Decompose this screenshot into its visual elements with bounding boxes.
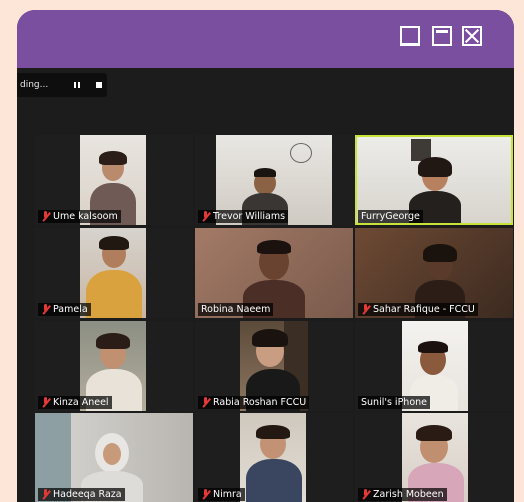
participant-name-label: Hadeeqa Raza [38,488,125,501]
mic-muted-icon [41,211,50,222]
mic-muted-icon [201,211,210,222]
participant-tile[interactable]: Pamela [35,228,193,318]
participant-tile-active[interactable]: FurryGeorge [355,135,513,225]
participant-name-label: FurryGeorge [358,210,423,223]
participant-name-label: Trevor Williams [198,210,289,223]
mic-muted-icon [361,489,370,500]
participant-tile[interactable]: Zarish Mobeen [355,413,513,502]
title-bar [17,10,514,68]
pause-icon[interactable] [74,82,80,88]
mic-muted-icon [361,304,370,315]
mic-muted-icon [41,489,50,500]
recording-bar: ding... [17,73,107,97]
mic-muted-icon [201,397,210,408]
participant-tile[interactable]: Ume kalsoom [35,135,193,225]
mic-muted-icon [201,489,210,500]
mic-muted-icon [41,304,50,315]
participant-name-label: Zarish Mobeen [358,488,447,501]
participant-name-label: Ume kalsoom [38,210,121,223]
participant-tile[interactable]: Sunil's iPhone [355,321,513,411]
participant-name-label: Sahar Rafique - FCCU [358,303,478,316]
participant-tile[interactable]: Robina Naeem [195,228,353,318]
close-icon[interactable] [462,26,482,46]
participant-name-label: Nimra [198,488,245,501]
mic-muted-icon [41,397,50,408]
participant-name-label: Robina Naeem [198,303,274,316]
minimize-icon[interactable] [400,26,420,46]
participant-tile[interactable]: Hadeeqa Raza [35,413,193,502]
participant-tile[interactable]: Nimra [195,413,353,502]
recording-status: ding... [20,80,49,90]
participant-tile[interactable]: Rabia Roshan FCCU [195,321,353,411]
participant-name-label: Kinza Aneel [38,396,112,409]
participant-tile[interactable]: Sahar Rafique - FCCU [355,228,513,318]
stop-icon[interactable] [96,82,102,88]
participant-name-label: Pamela [38,303,91,316]
participant-tile[interactable]: Trevor Williams [195,135,353,225]
video-gallery: ding... Ume kalsoom Trevor Williams Furr… [17,68,514,502]
participant-tile[interactable]: Kinza Aneel [35,321,193,411]
participant-name-label: Rabia Roshan FCCU [198,396,310,409]
meeting-window: ding... Ume kalsoom Trevor Williams Furr… [17,10,514,502]
maximize-icon[interactable] [432,26,452,46]
participant-name-label: Sunil's iPhone [358,396,430,409]
